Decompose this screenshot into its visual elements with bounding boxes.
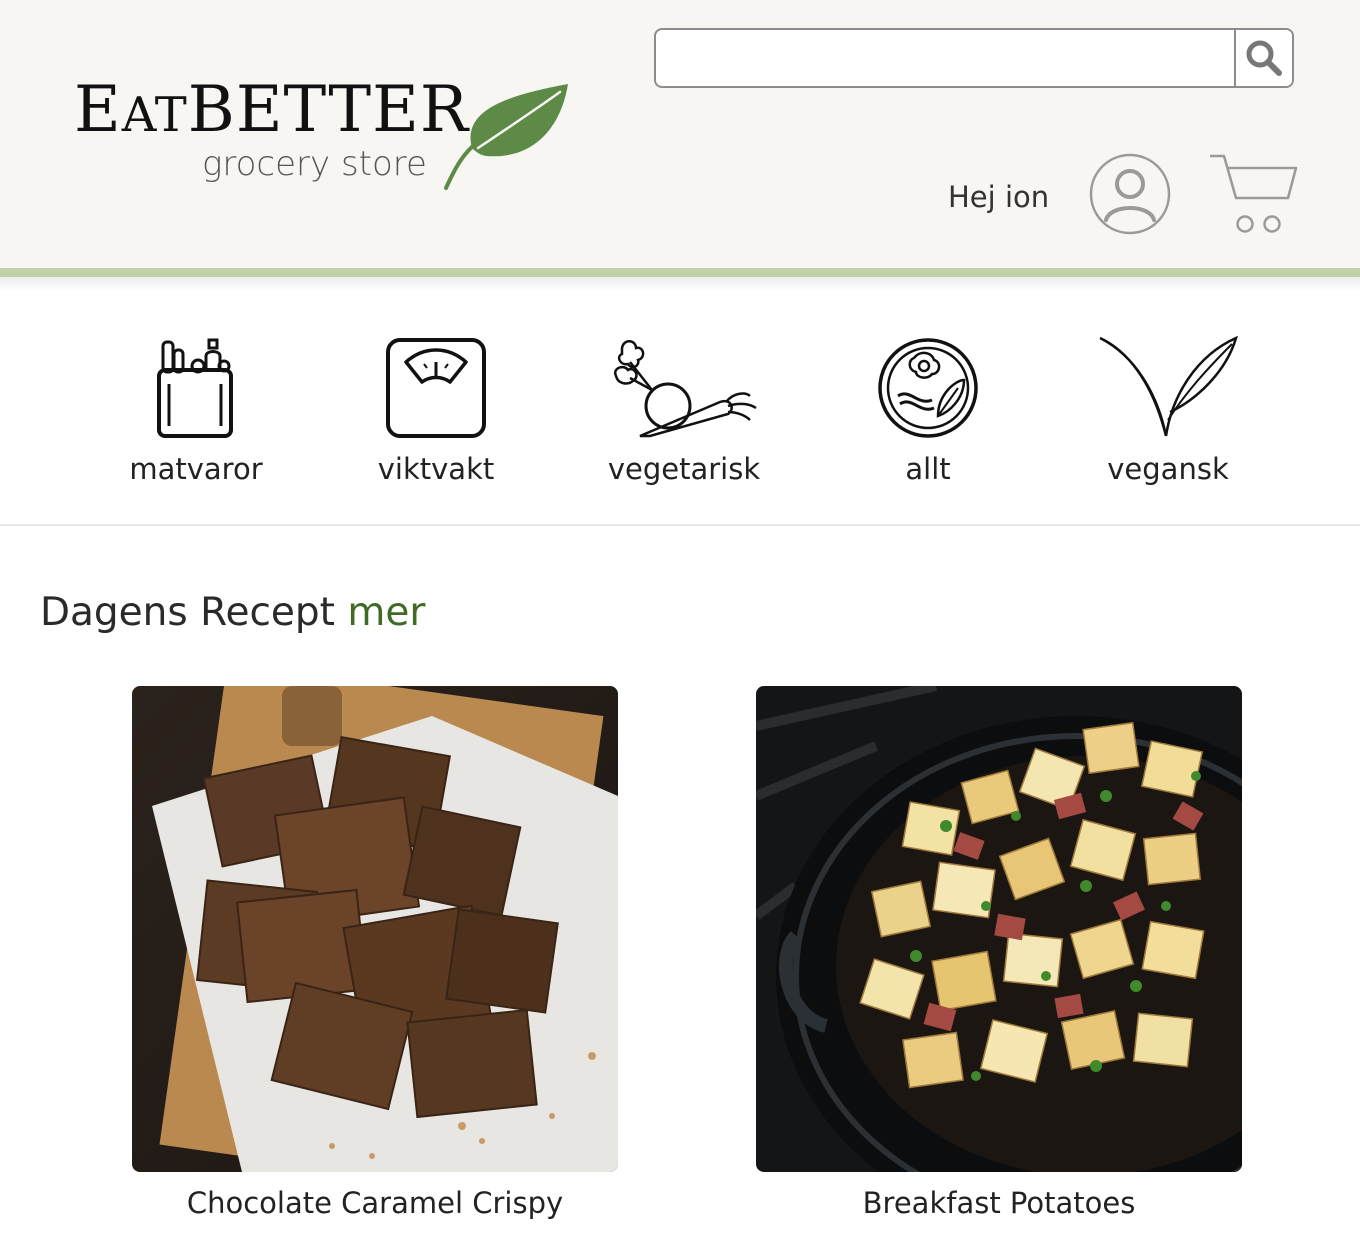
user-icon[interactable] [1088, 152, 1172, 236]
leaf-icon [444, 84, 568, 190]
vegetables-icon [613, 340, 757, 438]
category-icon-wrap [96, 336, 296, 440]
logo[interactable]: EATBETTER grocery store [74, 74, 574, 194]
header-shadow [0, 277, 1360, 291]
search-bar [654, 28, 1294, 88]
category-icon-wrap [828, 336, 1028, 440]
section-heading: Dagens Recept mer [40, 590, 425, 635]
logo-word-better: BETTER [187, 73, 469, 147]
grocery-bag-icon [157, 338, 233, 438]
logo-wordmark: EATBETTER [74, 74, 469, 151]
recipe-card[interactable]: Breakfast Potatoes [756, 686, 1242, 1226]
category-icon-wrap [336, 336, 536, 440]
category-viktvakt[interactable]: viktvakt [336, 336, 536, 496]
section-title: Dagens Recept [40, 590, 335, 635]
user-greeting: Hej ion [948, 180, 1049, 214]
category-label: viktvakt [377, 452, 495, 486]
greeting-prefix: Hej [948, 180, 996, 214]
recipe-image [756, 686, 1242, 1172]
section-divider [0, 524, 1360, 526]
logo-word-at: AT [121, 87, 188, 143]
category-vegansk[interactable]: vegansk [1068, 336, 1268, 496]
logo-subtitle: grocery store [202, 144, 427, 184]
category-vegetarisk[interactable]: vegetarisk [584, 336, 784, 496]
recipe-title: Breakfast Potatoes [862, 1186, 1136, 1220]
search-input[interactable] [656, 30, 1234, 86]
category-label: matvaror [129, 452, 263, 486]
category-label: vegetarisk [607, 452, 761, 486]
sprout-icon [1099, 336, 1238, 437]
category-label: vegansk [1107, 452, 1229, 486]
chocolate-bars-image [132, 686, 618, 1172]
scale-icon [386, 338, 486, 438]
recipe-card[interactable]: Chocolate Caramel Crispy [132, 686, 618, 1226]
recipe-title: Chocolate Caramel Crispy [186, 1186, 564, 1220]
greeting-username: ion [1004, 180, 1050, 214]
cart-icon[interactable] [1208, 150, 1300, 236]
search-button[interactable] [1234, 30, 1292, 86]
breakfast-potatoes-image [756, 686, 1242, 1172]
category-label: allt [905, 452, 951, 486]
more-link[interactable]: mer [347, 590, 425, 635]
category-icon-wrap [1068, 336, 1268, 440]
search-icon [1246, 40, 1282, 76]
category-matvaror[interactable]: matvaror [96, 336, 296, 496]
category-allt[interactable]: allt [828, 336, 1028, 496]
site-header: EATBETTER grocery store Hej ion [0, 0, 1360, 268]
header-accent-stripe [0, 268, 1360, 277]
recipe-image [132, 686, 618, 1172]
category-icon-wrap [584, 336, 784, 440]
plate-icon [878, 338, 978, 438]
logo-word-e: E [74, 73, 122, 147]
